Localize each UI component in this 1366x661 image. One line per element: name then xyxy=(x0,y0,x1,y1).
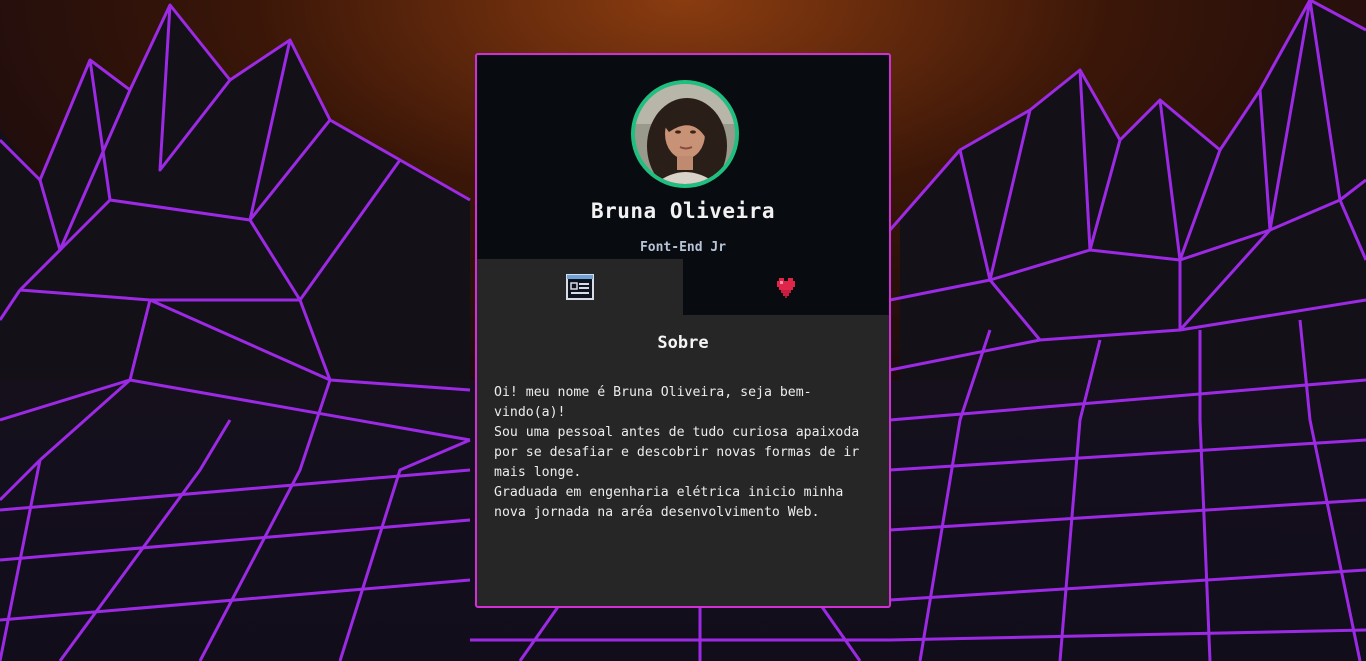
about-paragraph: Sou uma pessoal antes de tudo curiosa ap… xyxy=(494,425,860,480)
id-card-icon xyxy=(566,274,594,300)
tab-about[interactable] xyxy=(477,259,683,315)
about-title: Sobre xyxy=(657,333,709,353)
profile-card: Bruna Oliveira Font-End Jr Sobre Oi! meu… xyxy=(475,53,891,608)
profile-header: Bruna Oliveira Font-End Jr xyxy=(477,55,889,259)
profile-name: Bruna Oliveira xyxy=(590,199,775,223)
about-section: Sobre Oi! meu nome é Bruna Oliveira, sej… xyxy=(477,333,889,523)
heart-icon xyxy=(777,278,795,298)
about-paragraph: Oi! meu nome é Bruna Oliveira, seja bem-… xyxy=(494,385,812,420)
about-paragraph: Graduada em engenharia elétrica inicio m… xyxy=(494,485,844,520)
profile-photo-icon xyxy=(635,84,735,184)
about-text: Oi! meu nome é Bruna Oliveira, seja bem-… xyxy=(494,383,872,523)
avatar xyxy=(631,80,739,188)
profile-role: Font-End Jr xyxy=(639,240,727,255)
profile-tabs xyxy=(477,259,889,315)
tab-favorites[interactable] xyxy=(683,259,889,315)
